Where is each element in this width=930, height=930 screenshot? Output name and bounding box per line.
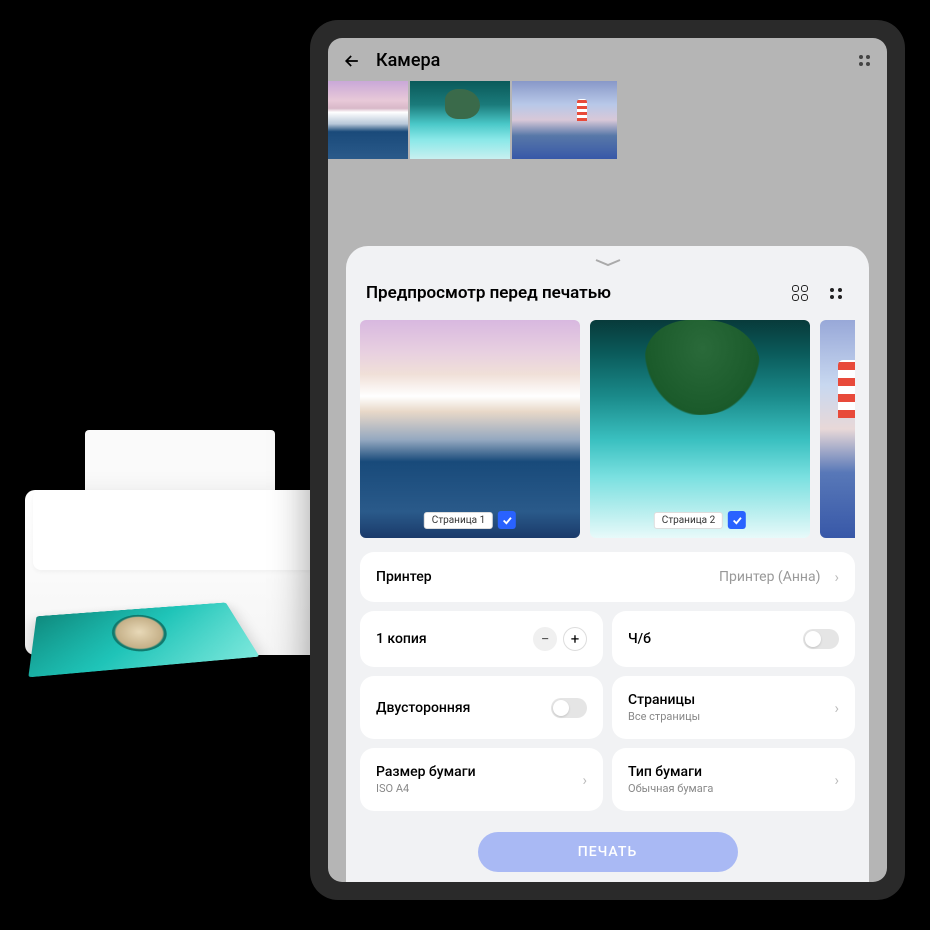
panel-header: Предпросмотр перед печатью [360, 274, 855, 320]
setting-value: Принтер (Анна) [719, 569, 821, 585]
gallery-title: Камера [376, 50, 845, 71]
setting-label: Размер бумаги [376, 764, 476, 780]
chevron-right-icon: › [834, 699, 839, 717]
print-button[interactable]: ПЕЧАТЬ [478, 832, 738, 872]
print-preview-panel: Предпросмотр перед печатью Страница 1 [346, 246, 869, 882]
bw-setting: Ч/б [612, 611, 855, 667]
setting-sub: ISO A4 [376, 782, 476, 795]
quantity-stepper: − + [533, 627, 587, 651]
chevron-right-icon: › [834, 771, 839, 789]
paper-type-setting[interactable]: Тип бумаги Обычная бумага › [612, 748, 855, 811]
setting-label: 1 копия [376, 631, 427, 647]
setting-label: Ч/б [628, 631, 651, 647]
duplex-toggle[interactable] [551, 698, 587, 718]
page-label: Страница 1 [424, 512, 493, 529]
gallery-thumbnail[interactable] [410, 81, 510, 159]
printer-body [25, 490, 345, 655]
panel-more-icon[interactable] [823, 280, 849, 306]
settings-list: Принтер Принтер (Анна) › 1 копия − + [360, 552, 855, 872]
setting-label: Страницы [628, 692, 700, 708]
preview-page[interactable]: Страница 1 [360, 320, 580, 538]
gallery-thumbnail[interactable] [328, 81, 408, 159]
gallery-header: Камера [328, 38, 887, 81]
thumbnail-strip [328, 81, 887, 159]
printer-setting[interactable]: Принтер Принтер (Анна) › [360, 552, 855, 602]
setting-label: Тип бумаги [628, 764, 713, 780]
duplex-setting: Двусторонняя [360, 676, 603, 739]
chevron-right-icon: › [582, 771, 587, 789]
tablet-frame: Камера Предпросмотр перед печатью [310, 20, 905, 900]
preview-page[interactable] [820, 320, 855, 538]
preview-row: Страница 1 Страница 2 [360, 320, 855, 538]
paper-size-setting[interactable]: Размер бумаги ISO A4 › [360, 748, 603, 811]
page-label: Страница 2 [654, 512, 723, 529]
decrement-button[interactable]: − [533, 627, 557, 651]
panel-title: Предпросмотр перед печатью [366, 283, 777, 303]
setting-label: Двусторонняя [376, 700, 470, 716]
tablet-screen: Камера Предпросмотр перед печатью [328, 38, 887, 882]
bw-toggle[interactable] [803, 629, 839, 649]
increment-button[interactable]: + [563, 627, 587, 651]
setting-sub: Обычная бумага [628, 782, 713, 795]
grid-view-icon[interactable] [787, 280, 813, 306]
back-arrow-icon[interactable] [342, 51, 362, 71]
panel-drag-handle[interactable] [360, 258, 855, 274]
page-checkbox[interactable] [498, 511, 516, 529]
preview-page[interactable]: Страница 2 [590, 320, 810, 538]
page-checkbox[interactable] [728, 511, 746, 529]
chevron-right-icon: › [834, 568, 839, 586]
more-icon[interactable] [859, 55, 873, 66]
setting-sub: Все страницы [628, 710, 700, 723]
gallery-thumbnail[interactable] [512, 81, 617, 159]
setting-label: Принтер [376, 569, 432, 585]
printer-printed-photo [28, 602, 259, 677]
copies-setting: 1 копия − + [360, 611, 603, 667]
printer-lid [33, 490, 337, 570]
pages-setting[interactable]: Страницы Все страницы › [612, 676, 855, 739]
